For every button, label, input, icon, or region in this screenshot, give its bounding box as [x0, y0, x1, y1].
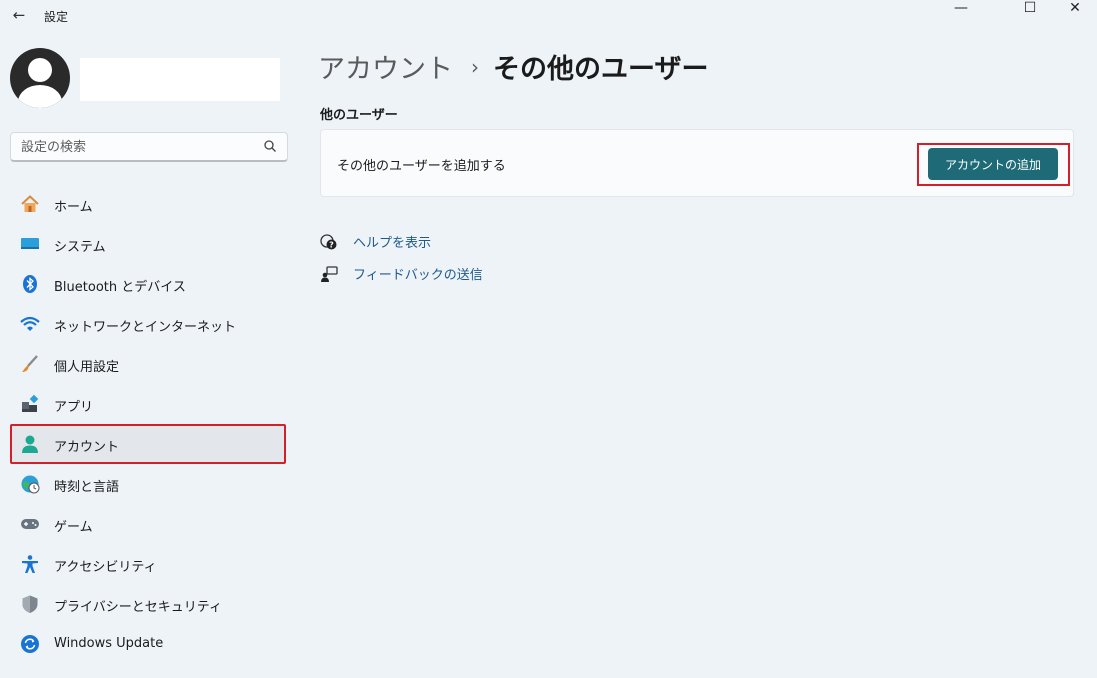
- search-input[interactable]: [21, 137, 257, 157]
- feedback-link-label[interactable]: フィードバックの送信: [353, 264, 483, 283]
- help-icon: ?: [320, 233, 338, 251]
- sidebar-item-privacy[interactable]: プライバシーとセキュリティ: [10, 584, 286, 624]
- accessibility-icon: [20, 554, 40, 574]
- svg-text:?: ?: [329, 240, 334, 249]
- section-title: 他のユーザー: [320, 108, 398, 123]
- wifi-icon: [20, 314, 40, 334]
- sidebar-item-accessibility[interactable]: アクセシビリティ: [10, 544, 286, 584]
- sidebar-item-label: システム: [54, 240, 106, 255]
- update-icon: [20, 634, 40, 654]
- add-other-user-label: その他のユーザーを追加する: [337, 159, 506, 174]
- sidebar-item-windows-update[interactable]: Windows Update: [10, 624, 286, 664]
- maximize-button[interactable]: ☐: [1007, 0, 1053, 16]
- brush-icon: [20, 354, 40, 374]
- user-name-redacted: [80, 58, 280, 101]
- sidebar-item-label: プライバシーとセキュリティ: [54, 600, 222, 615]
- title-bar: ← 設定 — ☐ ✕: [0, 0, 1097, 32]
- avatar[interactable]: [10, 48, 70, 108]
- sidebar-item-label: ゲーム: [54, 520, 93, 535]
- search-icon[interactable]: [263, 139, 277, 153]
- sidebar-item-personalization[interactable]: 個人用設定: [10, 344, 286, 384]
- minimize-button[interactable]: —: [938, 0, 984, 16]
- sidebar-item-time-language[interactable]: 時刻と言語: [10, 464, 286, 504]
- sidebar-item-network[interactable]: ネットワークとインターネット: [10, 304, 286, 344]
- sidebar-item-label: Bluetooth とデバイス: [54, 280, 186, 295]
- help-link[interactable]: ? ヘルプを表示: [320, 232, 431, 251]
- add-other-user-card: その他のユーザーを追加する アカウントの追加: [320, 129, 1074, 197]
- sidebar-item-label: ネットワークとインターネット: [54, 320, 237, 335]
- close-button[interactable]: ✕: [1052, 0, 1097, 16]
- page-title: その他のユーザー: [493, 54, 709, 85]
- add-account-button[interactable]: アカウントの追加: [928, 148, 1058, 180]
- apps-icon: [20, 394, 40, 414]
- search-box[interactable]: [10, 132, 288, 162]
- sidebar-item-apps[interactable]: アプリ: [10, 384, 286, 424]
- sidebar-nav: ホーム システム Bluetooth とデバイス ネットワークとインターネット …: [10, 184, 286, 664]
- sidebar-item-label: アクセシビリティ: [54, 560, 157, 575]
- globe-clock-icon: [20, 474, 40, 494]
- feedback-link[interactable]: フィードバックの送信: [320, 264, 483, 283]
- monitor-icon: [20, 234, 40, 254]
- sidebar-item-label: ホーム: [54, 200, 93, 215]
- sidebar-item-bluetooth[interactable]: Bluetooth とデバイス: [10, 264, 286, 304]
- sidebar-item-home[interactable]: ホーム: [10, 184, 286, 224]
- avatar-head-shape: [28, 58, 52, 82]
- sidebar-item-label: アカウント: [54, 440, 120, 455]
- sidebar-item-gaming[interactable]: ゲーム: [10, 504, 286, 544]
- sidebar-item-system[interactable]: システム: [10, 224, 286, 264]
- person-icon: [20, 434, 40, 454]
- breadcrumb-chevron-icon: ›: [471, 54, 479, 79]
- shield-icon: [20, 594, 40, 614]
- home-icon: [20, 194, 40, 214]
- feedback-icon: [320, 265, 338, 283]
- sidebar-item-label: アプリ: [54, 400, 94, 415]
- bluetooth-icon: [20, 274, 40, 294]
- sidebar-item-accounts[interactable]: アカウント: [10, 424, 286, 464]
- sidebar-item-label: 個人用設定: [54, 360, 120, 375]
- back-arrow-icon: ←: [12, 6, 26, 24]
- help-link-label[interactable]: ヘルプを表示: [353, 232, 431, 251]
- breadcrumb-parent-link[interactable]: アカウント: [318, 47, 453, 86]
- sidebar-item-label: 時刻と言語: [54, 480, 120, 495]
- app-title: 設定: [44, 10, 69, 24]
- back-button[interactable]: ←: [8, 4, 30, 26]
- sidebar-item-label: Windows Update: [54, 636, 164, 651]
- breadcrumb: アカウント › その他のユーザー: [318, 47, 708, 86]
- gamepad-icon: [20, 514, 40, 534]
- avatar-body-shape: [18, 85, 62, 108]
